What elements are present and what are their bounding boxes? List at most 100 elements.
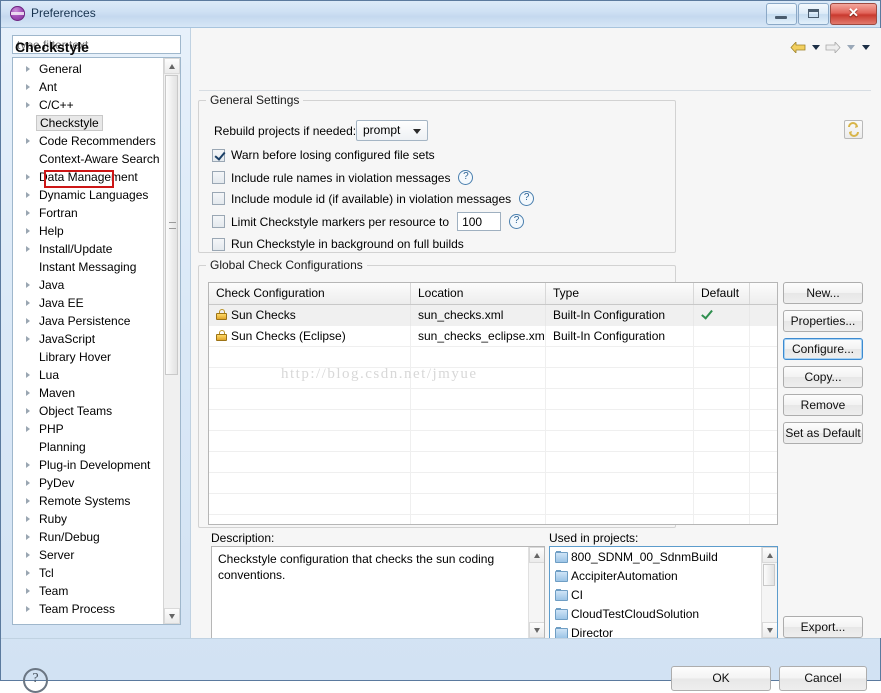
sidebar-item-general[interactable]: General [13,60,165,78]
configure-button[interactable]: Configure... [783,338,863,360]
checkbox-row-rule-names[interactable]: Include rule names in violation messages… [212,170,473,185]
new-button[interactable]: New... [783,282,863,304]
expand-arrow-icon[interactable] [26,318,30,324]
check-configurations-table[interactable]: Check Configuration Location Type Defaul… [208,282,778,525]
list-item[interactable]: AccipiterAutomation [550,567,762,586]
expand-arrow-icon[interactable] [26,588,30,594]
list-item[interactable]: 800_SDNM_00_SdnmBuild [550,548,762,567]
expand-arrow-icon[interactable] [26,102,30,108]
help-icon[interactable]: ? [509,214,524,229]
expand-arrow-icon[interactable] [26,282,30,288]
projects-scrollbar-thumb[interactable] [763,564,775,586]
expand-arrow-icon[interactable] [26,84,30,90]
sidebar-item-library-hover[interactable]: Library Hover [13,348,165,366]
sidebar-item-dynamic-languages[interactable]: Dynamic Languages [13,186,165,204]
sidebar-item-lua[interactable]: Lua [13,366,165,384]
description-box[interactable]: Checkstyle configuration that checks the… [211,546,545,639]
remove-button[interactable]: Remove [783,394,863,416]
list-item[interactable]: Director [550,624,762,639]
checkbox-limit-markers[interactable] [212,215,225,228]
column-header-type[interactable]: Type [546,283,694,304]
minimize-button[interactable] [766,3,797,25]
column-header-check-configuration[interactable]: Check Configuration [209,283,411,304]
sidebar-item-ant[interactable]: Ant [13,78,165,96]
sidebar-item-run-debug[interactable]: Run/Debug [13,528,165,546]
sidebar-item-install-update[interactable]: Install/Update [13,240,165,258]
sidebar-item-context-aware-search[interactable]: Context-Aware Search [13,150,165,168]
sidebar-item-java[interactable]: Java [13,276,165,294]
properties-button[interactable]: Properties... [783,310,863,332]
scroll-down-button[interactable] [529,622,545,638]
scroll-up-button[interactable] [529,547,545,563]
help-icon[interactable]: ? [519,191,534,206]
checkbox-run-in-background[interactable] [212,238,225,251]
copy-button[interactable]: Copy... [783,366,863,388]
expand-arrow-icon[interactable] [26,552,30,558]
column-header-location[interactable]: Location [411,283,546,304]
sidebar-item-help[interactable]: Help [13,222,165,240]
sidebar-item-server[interactable]: Server [13,546,165,564]
expand-arrow-icon[interactable] [26,192,30,198]
sidebar-item-maven[interactable]: Maven [13,384,165,402]
tree-scrollbar-thumb[interactable] [165,75,178,375]
sidebar-item-fortran[interactable]: Fortran [13,204,165,222]
sidebar-item-team-process[interactable]: Team Process [13,600,165,618]
projects-scrollbar[interactable] [761,547,777,638]
used-in-projects-list[interactable]: 800_SDNM_00_SdnmBuildAccipiterAutomation… [549,546,778,639]
checkbox-include-module-id[interactable] [212,192,225,205]
ok-button[interactable]: OK [671,666,771,691]
expand-arrow-icon[interactable] [26,138,30,144]
expand-arrow-icon[interactable] [26,426,30,432]
description-scrollbar[interactable] [528,547,544,638]
expand-arrow-icon[interactable] [26,408,30,414]
expand-arrow-icon[interactable] [26,516,30,522]
marker-limit-input[interactable] [457,212,501,231]
list-item[interactable]: CloudTestCloudSolution [550,605,762,624]
expand-arrow-icon[interactable] [26,300,30,306]
help-icon[interactable]: ? [458,170,473,185]
scroll-down-button[interactable] [164,608,180,624]
expand-arrow-icon[interactable] [26,246,30,252]
sidebar-item-planning[interactable]: Planning [13,438,165,456]
expand-arrow-icon[interactable] [26,534,30,540]
checkbox-row-background-builds[interactable]: Run Checkstyle in background on full bui… [212,237,464,251]
sidebar-item-php[interactable]: PHP [13,420,165,438]
sidebar-item-code-recommenders[interactable]: Code Recommenders [13,132,165,150]
cancel-button[interactable]: Cancel [779,666,867,691]
expand-arrow-icon[interactable] [26,66,30,72]
expand-arrow-icon[interactable] [26,372,30,378]
rebuild-dropdown[interactable]: prompt [356,120,428,141]
sidebar-item-data-management[interactable]: Data Management [13,168,165,186]
checkbox-row-limit-markers[interactable]: Limit Checkstyle markers per resource to… [212,212,524,231]
expand-arrow-icon[interactable] [26,462,30,468]
expand-arrow-icon[interactable] [26,606,30,612]
sidebar-item-plug-in-development[interactable]: Plug-in Development [13,456,165,474]
expand-arrow-icon[interactable] [26,498,30,504]
checkbox-row-module-id[interactable]: Include module id (if available) in viol… [212,191,534,206]
sidebar-item-remote-systems[interactable]: Remote Systems [13,492,165,510]
expand-arrow-icon[interactable] [26,480,30,486]
scroll-down-button[interactable] [762,622,778,638]
expand-arrow-icon[interactable] [26,210,30,216]
table-row[interactable]: Sun Checks sun_checks.xml Built-In Confi… [209,305,777,326]
checkbox-warn-before-losing[interactable] [212,149,225,162]
list-item[interactable]: CI [550,586,762,605]
sidebar-item-c-c[interactable]: C/C++ [13,96,165,114]
expand-arrow-icon[interactable] [26,390,30,396]
set-as-default-button[interactable]: Set as Default [783,422,863,444]
sidebar-item-java-persistence[interactable]: Java Persistence [13,312,165,330]
expand-arrow-icon[interactable] [26,228,30,234]
sidebar-item-object-teams[interactable]: Object Teams [13,402,165,420]
sidebar-item-instant-messaging[interactable]: Instant Messaging [13,258,165,276]
sidebar-item-tcl[interactable]: Tcl [13,564,165,582]
expand-arrow-icon[interactable] [26,570,30,576]
view-menu-icon[interactable] [862,45,870,50]
close-button[interactable]: ✕ [830,3,877,25]
sidebar-item-javascript[interactable]: JavaScript [13,330,165,348]
sidebar-item-pydev[interactable]: PyDev [13,474,165,492]
export-button[interactable]: Export... [783,616,863,638]
maximize-button[interactable] [798,3,829,25]
checkbox-row-warn[interactable]: Warn before losing configured file sets [212,148,435,162]
preferences-tree[interactable]: GeneralAntC/C++CheckstyleCode Recommende… [12,57,181,625]
scroll-up-button[interactable] [762,547,778,563]
